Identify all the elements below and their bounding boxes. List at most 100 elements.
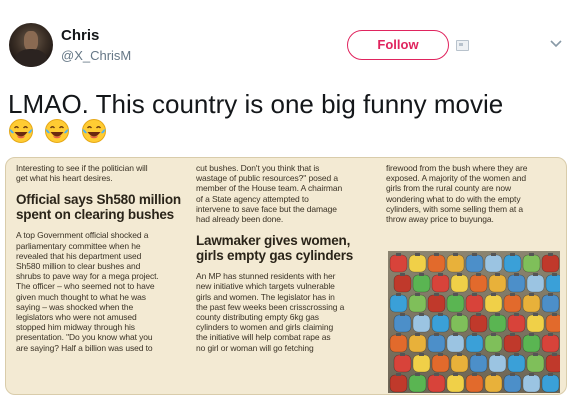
cylinder-valve bbox=[552, 353, 557, 356]
user-handle[interactable]: @X_ChrisM bbox=[61, 48, 131, 63]
tears-of-joy-emoji-icon bbox=[45, 119, 70, 143]
cylinder-valve bbox=[400, 353, 405, 356]
cylinder-valve bbox=[552, 313, 557, 316]
cylinder-valve bbox=[438, 313, 443, 316]
gas-cylinder bbox=[389, 254, 408, 273]
clipping-continued-text-3: firewood from the bush where they are ex… bbox=[386, 163, 528, 225]
gas-cylinder bbox=[503, 254, 522, 273]
gas-cylinder bbox=[446, 334, 465, 353]
cylinder-valve bbox=[434, 293, 439, 296]
cylinder-valve bbox=[419, 353, 424, 356]
clipping-headline-2: Lawmaker gives women, girls empty gas cy… bbox=[196, 233, 354, 264]
gas-cylinder bbox=[446, 294, 465, 313]
gas-cylinder bbox=[431, 274, 450, 293]
cylinder-valve bbox=[434, 373, 439, 376]
tears-of-joy-emoji-icon bbox=[9, 119, 33, 143]
cylinder-valve bbox=[548, 333, 553, 336]
cylinder-valve bbox=[514, 313, 519, 316]
cylinder-valve bbox=[457, 353, 462, 356]
gas-cylinder bbox=[393, 354, 412, 373]
gas-cylinder bbox=[484, 334, 503, 353]
gas-cylinder bbox=[412, 314, 431, 333]
gas-cylinder bbox=[469, 274, 488, 293]
follow-button[interactable]: Follow bbox=[347, 30, 449, 60]
clipping-body-text-2: An MP has stunned residents with her new… bbox=[196, 271, 345, 353]
cylinder-valve bbox=[457, 313, 462, 316]
cylinder-valve bbox=[396, 373, 401, 376]
gas-cylinder bbox=[522, 254, 541, 273]
tears-of-joy-emoji-icon bbox=[81, 119, 106, 143]
cylinder-valve bbox=[510, 253, 515, 256]
gas-cylinder bbox=[484, 374, 503, 393]
gas-cylinder bbox=[522, 374, 541, 393]
tweet-media-newspaper-clipping[interactable]: Interesting to see if the politician wil… bbox=[5, 157, 567, 395]
gas-cylinder bbox=[450, 354, 469, 373]
avatar[interactable] bbox=[9, 23, 53, 67]
clipping-body-text-1: A top Government official shocked a parl… bbox=[16, 230, 159, 353]
gas-cylinder bbox=[408, 294, 427, 313]
cylinder-valve bbox=[396, 253, 401, 256]
gas-cylinder bbox=[526, 314, 545, 333]
cylinder-valve bbox=[453, 333, 458, 336]
gas-cylinder bbox=[450, 314, 469, 333]
chevron-down-icon[interactable] bbox=[548, 38, 564, 50]
cylinder-valve bbox=[400, 273, 405, 276]
user-name[interactable]: Chris bbox=[61, 27, 99, 44]
cylinder-valve bbox=[453, 373, 458, 376]
gas-cylinder bbox=[469, 354, 488, 373]
cylinder-valve bbox=[400, 313, 405, 316]
cylinder-valve bbox=[495, 273, 500, 276]
gas-cylinder bbox=[541, 294, 560, 313]
cylinder-valve bbox=[495, 313, 500, 316]
cylinder-valve bbox=[396, 293, 401, 296]
cylinder-valve bbox=[434, 333, 439, 336]
cylinder-valve bbox=[495, 353, 500, 356]
cylinder-valve bbox=[472, 293, 477, 296]
gas-cylinder bbox=[541, 374, 560, 393]
cylinder-valve bbox=[491, 333, 496, 336]
cylinder-valve bbox=[491, 253, 496, 256]
gas-cylinders-photo bbox=[388, 251, 560, 393]
cylinder-valve bbox=[510, 293, 515, 296]
image-card-icon[interactable] bbox=[456, 40, 469, 51]
cylinder-valve bbox=[529, 293, 534, 296]
gas-cylinder bbox=[431, 314, 450, 333]
gas-cylinder bbox=[545, 314, 560, 333]
cylinder-valve bbox=[419, 273, 424, 276]
gas-cylinder bbox=[488, 354, 507, 373]
clipping-intro-text: Interesting to see if the politician wil… bbox=[16, 163, 148, 184]
gas-cylinder bbox=[488, 274, 507, 293]
gas-cylinder bbox=[427, 334, 446, 353]
gas-cylinder bbox=[389, 374, 408, 393]
gas-cylinder bbox=[465, 374, 484, 393]
cylinder-valve bbox=[491, 293, 496, 296]
gas-cylinder bbox=[393, 274, 412, 293]
cylinder-valve bbox=[419, 313, 424, 316]
gas-cylinder bbox=[427, 254, 446, 273]
gas-cylinder bbox=[469, 314, 488, 333]
cylinder-valve bbox=[510, 333, 515, 336]
clipping-column-3: firewood from the bush where they are ex… bbox=[386, 163, 560, 224]
avatar-face bbox=[24, 31, 38, 51]
gas-cylinder bbox=[507, 354, 526, 373]
clipping-column-2: cut bushes. Don't you think that is wast… bbox=[196, 163, 374, 353]
cylinder-valve bbox=[533, 313, 538, 316]
cylinder-valve bbox=[472, 373, 477, 376]
cylinder-valve bbox=[552, 273, 557, 276]
gas-cylinder bbox=[545, 354, 560, 373]
cylinder-valve bbox=[476, 313, 481, 316]
emoji-row bbox=[8, 118, 113, 150]
gas-cylinder bbox=[389, 334, 408, 353]
cylinder-valve bbox=[415, 253, 420, 256]
cylinder-valve bbox=[548, 253, 553, 256]
cylinder-valve bbox=[514, 353, 519, 356]
cylinder-valve bbox=[533, 353, 538, 356]
avatar-shoulders bbox=[15, 49, 47, 67]
cylinder-valve bbox=[415, 373, 420, 376]
clipping-continued-text: cut bushes. Don't you think that is wast… bbox=[196, 163, 343, 225]
gas-cylinder bbox=[503, 374, 522, 393]
gas-cylinder bbox=[545, 274, 560, 293]
cylinder-valve bbox=[453, 293, 458, 296]
cylinder-valve bbox=[396, 333, 401, 336]
gas-cylinder bbox=[446, 374, 465, 393]
